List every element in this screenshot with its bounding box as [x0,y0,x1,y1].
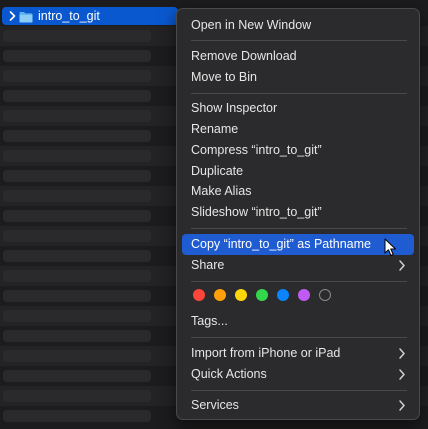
row-placeholder [3,30,151,42]
menu-item-quick-actions[interactable]: Quick Actions [182,364,414,385]
tag-red[interactable] [193,289,205,301]
chevron-right-icon [398,259,406,272]
menu-item-label: Rename [191,122,239,136]
row-placeholder [3,70,151,82]
menu-item-label: Move to Bin [191,70,258,84]
folder-icon [19,10,33,23]
row-placeholder [3,330,151,342]
selected-folder-row[interactable]: intro_to_git [2,7,178,25]
menu-item-label: Quick Actions [191,367,267,381]
row-placeholder [3,110,151,122]
row-placeholder [3,170,151,182]
menu-item-copy-as-pathname[interactable]: Copy “intro_to_git” as Pathname [182,234,414,255]
tag-orange[interactable] [214,289,226,301]
tag-gray[interactable] [319,289,331,301]
menu-item-share[interactable]: Share [182,255,414,276]
folder-name: intro_to_git [38,9,100,23]
row-placeholder [3,350,151,362]
row-placeholder [3,230,151,242]
menu-separator [191,40,407,41]
tag-color-row [193,289,331,303]
row-placeholder [3,410,151,422]
menu-separator [191,228,407,229]
chevron-right-icon[interactable] [7,9,17,23]
menu-item-label: Compress “intro_to_git” [191,143,322,157]
menu-item-label: Make Alias [191,184,252,198]
row-placeholder [3,270,151,282]
menu-item-slideshow[interactable]: Slideshow “intro_to_git” [182,202,414,223]
row-placeholder [3,50,151,62]
menu-item-label: Share [191,258,225,272]
menu-item-tags[interactable]: Tags... [182,311,414,332]
menu-item-move-to-bin[interactable]: Move to Bin [182,67,414,88]
menu-item-make-alias[interactable]: Make Alias [182,181,414,202]
row-placeholder [3,310,151,322]
row-placeholder [3,250,151,262]
row-placeholder [3,370,151,382]
menu-separator [191,390,407,391]
menu-item-label: Slideshow “intro_to_git” [191,205,322,219]
menu-item-import-from-iphone[interactable]: Import from iPhone or iPad [182,343,414,364]
row-placeholder [3,150,151,162]
menu-item-remove-download[interactable]: Remove Download [182,46,414,67]
menu-separator [191,337,407,338]
context-menu: Open in New Window Remove Download Move … [176,8,420,420]
row-placeholder [3,190,151,202]
menu-item-label: Tags... [191,314,228,328]
menu-item-label: Remove Download [191,49,297,63]
menu-item-open-in-new-window[interactable]: Open in New Window [182,15,414,36]
chevron-right-icon [398,368,406,381]
menu-item-label: Services [191,398,239,412]
menu-item-duplicate[interactable]: Duplicate [182,161,414,182]
row-placeholder [3,290,151,302]
row-placeholder [3,90,151,102]
tag-blue[interactable] [277,289,289,301]
menu-item-label: Duplicate [191,164,244,178]
tag-green[interactable] [256,289,268,301]
tag-purple[interactable] [298,289,310,301]
chevron-right-icon [398,347,406,360]
row-placeholder [3,390,151,402]
menu-item-label: Import from iPhone or iPad [191,346,341,360]
menu-item-rename[interactable]: Rename [182,119,414,140]
row-placeholder [3,210,151,222]
menu-item-services[interactable]: Services [182,395,414,416]
menu-item-compress[interactable]: Compress “intro_to_git” [182,140,414,161]
row-placeholder [3,130,151,142]
chevron-right-icon [398,399,406,412]
menu-item-label: Open in New Window [191,18,312,32]
tag-yellow[interactable] [235,289,247,301]
menu-item-label: Copy “intro_to_git” as Pathname [191,237,371,251]
mouse-pointer-icon [384,238,398,258]
menu-separator [191,93,407,94]
menu-item-show-inspector[interactable]: Show Inspector [182,98,414,119]
menu-item-label: Show Inspector [191,101,278,115]
menu-separator [191,281,407,282]
